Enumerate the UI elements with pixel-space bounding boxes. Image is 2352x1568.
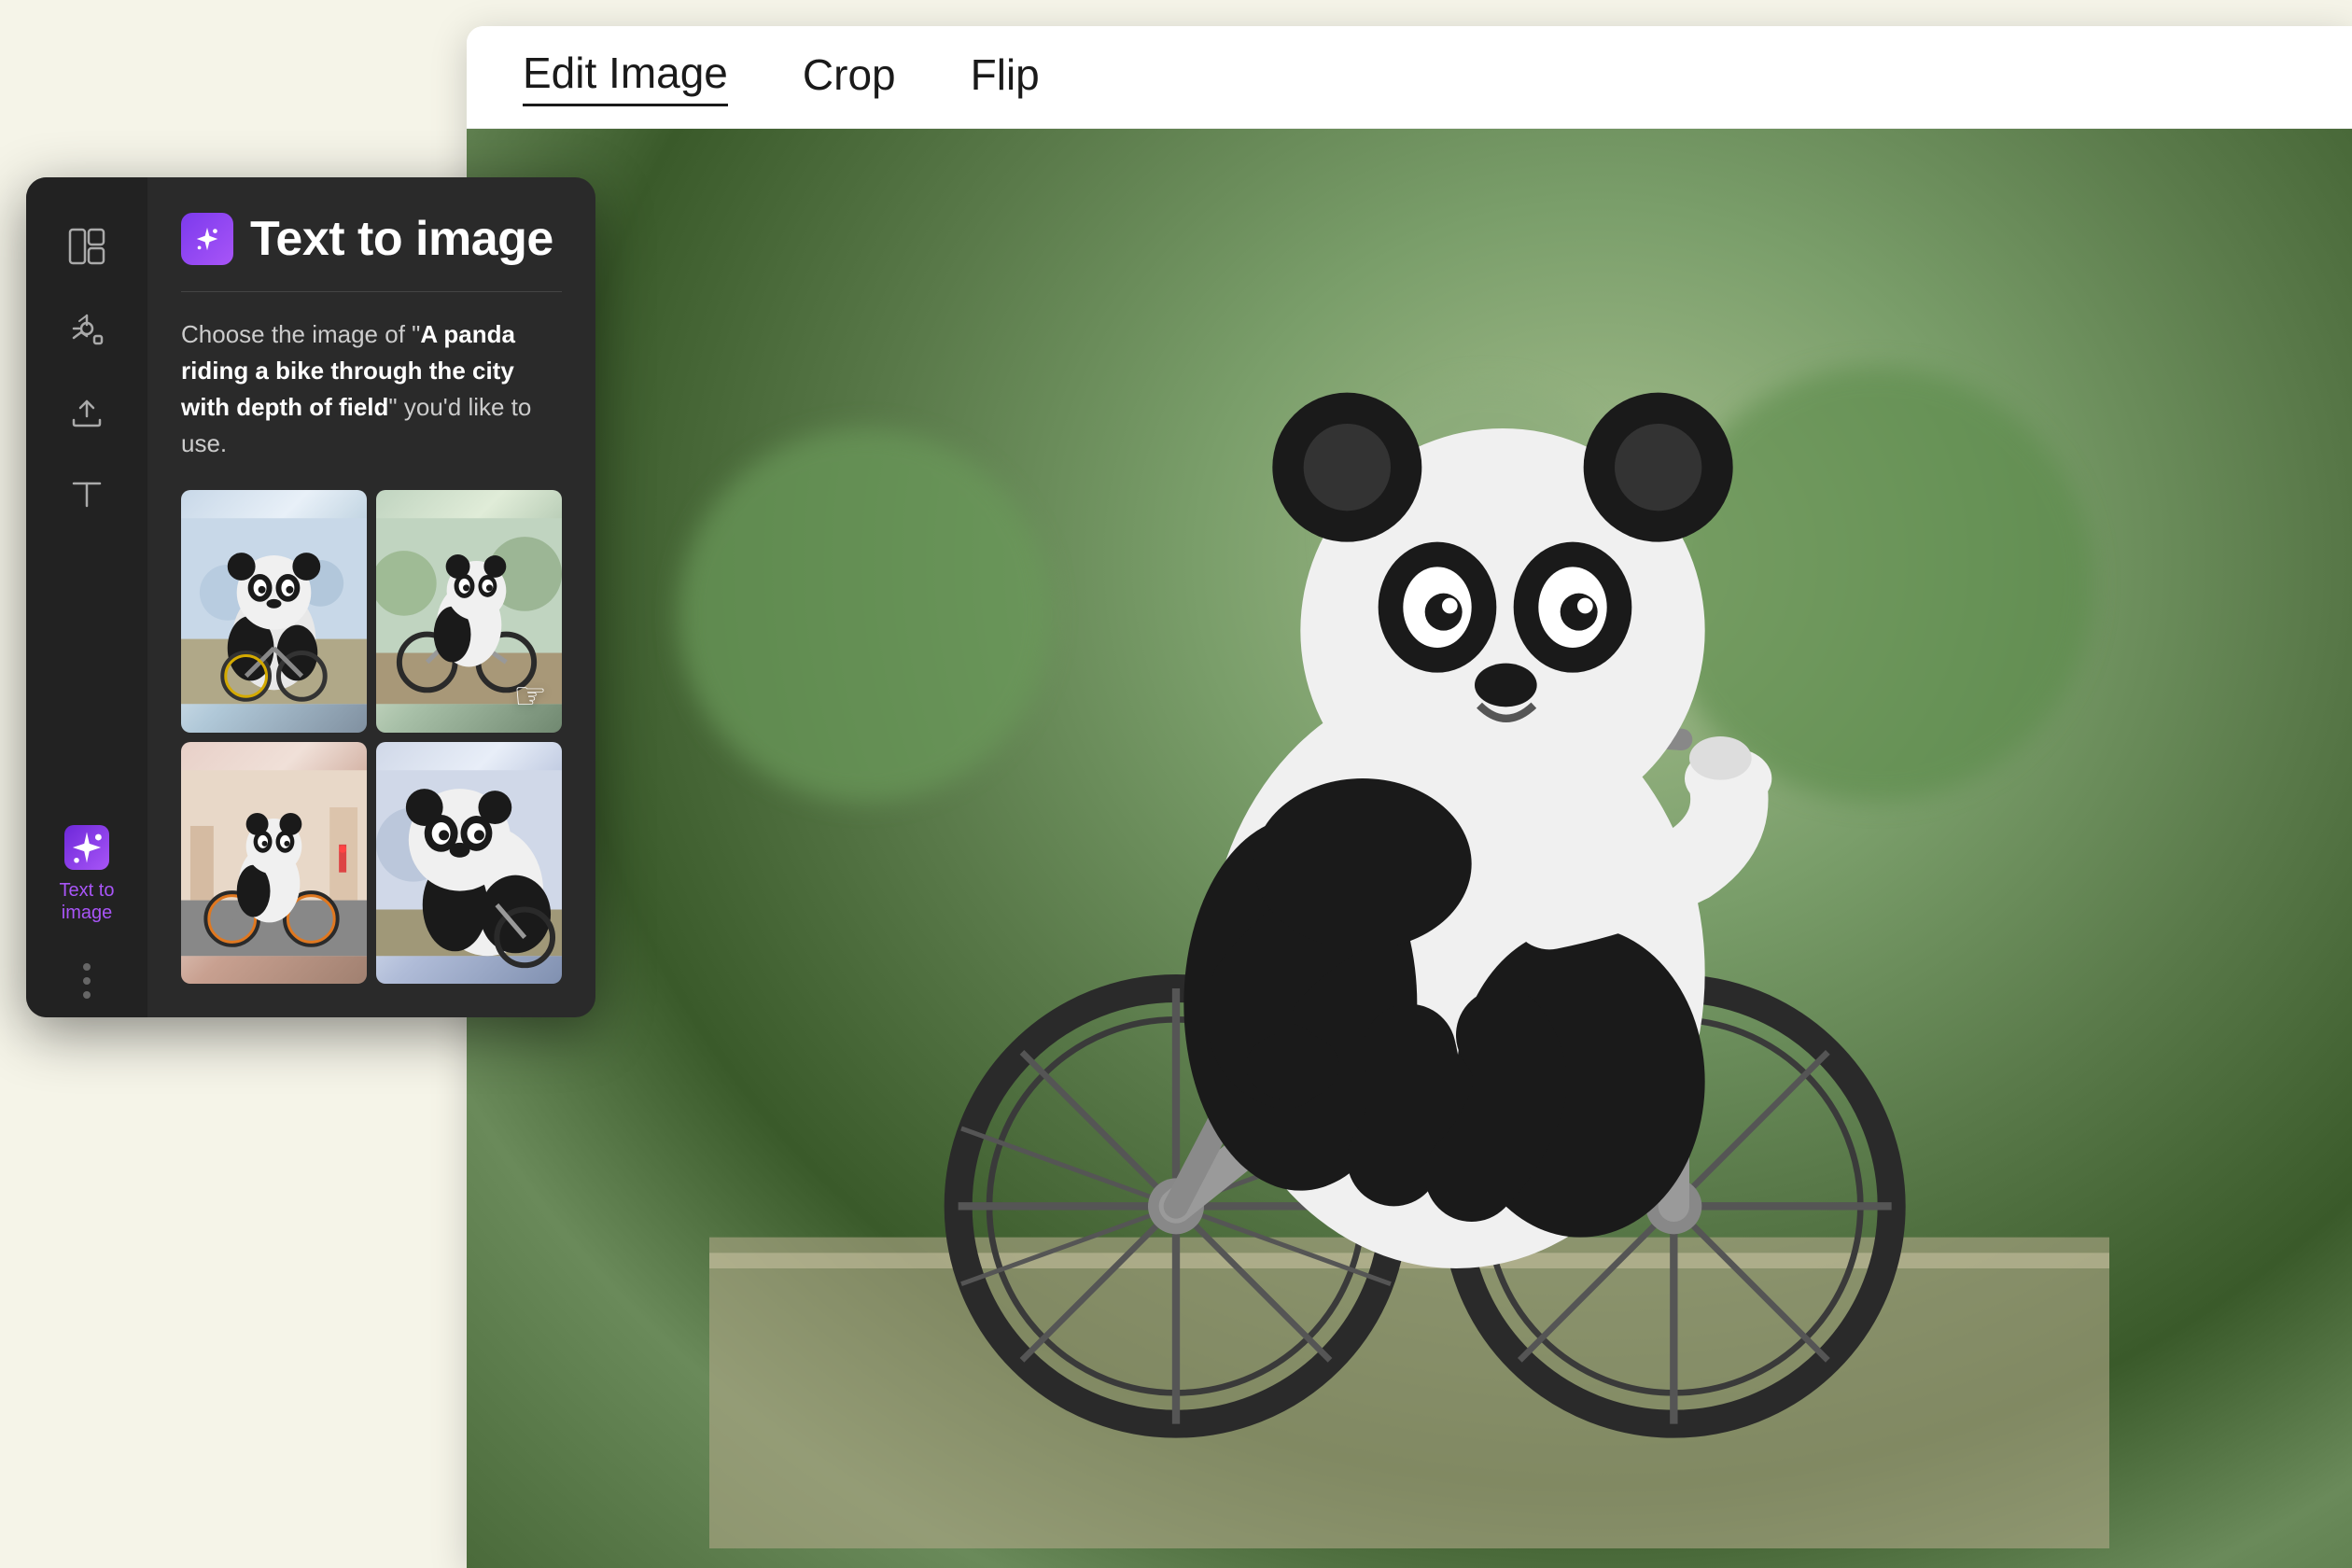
main-image-panel: Edit Image Crop Flip (467, 26, 2352, 1568)
panda-image-container (467, 129, 2352, 1568)
panda-illustration (569, 148, 2249, 1548)
dot-2 (83, 977, 91, 985)
elements-icon (66, 308, 107, 349)
layout-icon (66, 226, 107, 267)
panda-background (467, 129, 2352, 1568)
panel-header: Text to image (181, 211, 562, 267)
sidebar-item-upload[interactable] (26, 370, 147, 452)
text-to-image-label: Text to image (35, 879, 138, 924)
image-option-4[interactable] (376, 742, 562, 985)
upload-icon (66, 390, 107, 431)
content-panel: Text to image Choose the image of "A pan… (147, 177, 595, 1017)
toolbar: Edit Image Crop Flip (467, 26, 2352, 129)
thumb-4-svg (376, 742, 562, 985)
more-menu-dots[interactable] (74, 945, 100, 1017)
sidebar-item-text[interactable] (26, 452, 147, 534)
dot-1 (83, 963, 91, 971)
panel-title-icon (181, 213, 233, 265)
toolbar-crop[interactable]: Crop (803, 49, 896, 105)
panel-divider (181, 291, 562, 292)
thumb-1-svg (181, 490, 367, 733)
panel-title-text: Text to image (250, 211, 553, 267)
text-icon (66, 472, 107, 513)
dot-3 (83, 991, 91, 999)
panel-description: Choose the image of "A panda riding a bi… (181, 316, 562, 462)
toolbar-flip[interactable]: Flip (971, 49, 1040, 105)
toolbar-edit-image[interactable]: Edit Image (523, 48, 728, 106)
image-option-3[interactable] (181, 742, 367, 985)
prompt-text: A panda riding a bike through the city w… (181, 320, 515, 421)
text-to-image-icon-bg (64, 825, 109, 870)
sidebar-item-text-to-image[interactable]: Text to image (26, 805, 147, 945)
image-option-2[interactable] (376, 490, 562, 733)
thumb-2-svg (376, 490, 562, 733)
image-grid (181, 490, 562, 984)
sidebar-item-elements[interactable] (26, 287, 147, 370)
sidebar-item-layout[interactable] (26, 205, 147, 287)
main-image-area (467, 129, 2352, 1568)
sidebar-panel: Text to image Text to image Choose the i… (26, 177, 595, 1017)
panel-sparkle-icon (193, 225, 221, 253)
sparkle-icon (66, 827, 107, 868)
icon-rail: Text to image (26, 177, 147, 1017)
image-option-1[interactable] (181, 490, 367, 733)
thumb-3-svg (181, 742, 367, 985)
